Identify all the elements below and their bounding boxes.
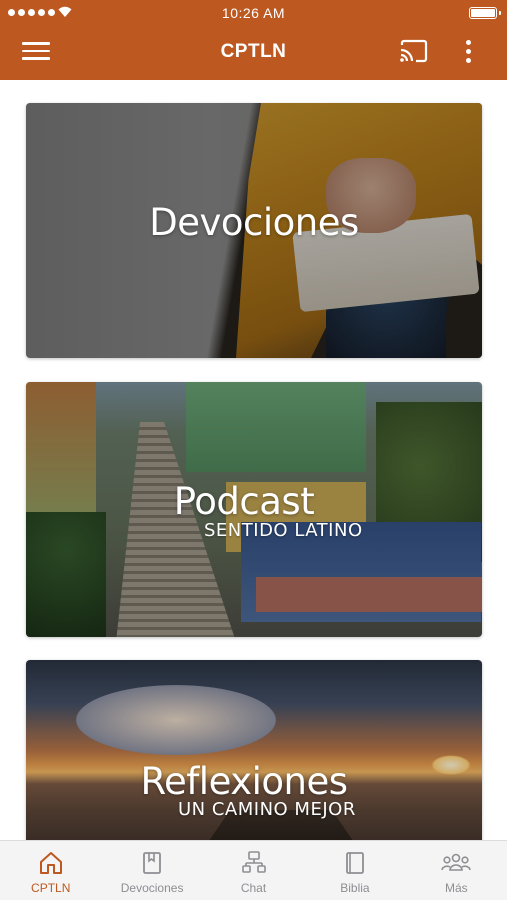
status-time: 10:26 AM <box>221 5 286 21</box>
bottom-tab-bar: CPTLN Devociones Chat Biblia Más <box>0 840 507 900</box>
content-list: Devociones Podcast SENTIDO LATINO Reflex… <box>0 80 507 840</box>
reflexiones-card[interactable]: Reflexiones UN CAMINO MEJOR <box>26 660 482 840</box>
card-title: Reflexiones <box>140 760 348 803</box>
app-bar: CPTLN <box>0 28 507 80</box>
tab-devociones[interactable]: Devociones <box>101 841 202 900</box>
chat-network-icon <box>241 851 266 873</box>
status-bar: 10:26 AM <box>0 0 507 28</box>
bible-icon <box>346 852 364 874</box>
tab-label: Chat <box>240 881 267 895</box>
tab-label: Devociones <box>120 881 184 895</box>
tab-label: Biblia <box>340 881 370 895</box>
devociones-card[interactable]: Devociones <box>26 103 482 358</box>
home-icon <box>39 852 62 874</box>
tab-label: CPTLN <box>31 881 71 895</box>
app-title: CPTLN <box>220 41 287 62</box>
top-bar: 10:26 AM CPTLN <box>0 0 507 80</box>
tab-chat[interactable]: Chat <box>203 841 304 900</box>
more-options-icon[interactable] <box>456 38 480 68</box>
book-bookmark-icon <box>143 852 162 874</box>
card-subtitle: SENTIDO LATINO <box>204 520 363 541</box>
tab-mas[interactable]: Más <box>406 841 507 900</box>
card-title: Podcast <box>173 480 315 523</box>
card-title: Devociones <box>149 201 359 244</box>
people-group-icon <box>441 853 472 871</box>
tab-cptln[interactable]: CPTLN <box>0 841 101 900</box>
battery-icon <box>469 7 501 19</box>
podcast-card[interactable]: Podcast SENTIDO LATINO <box>26 382 482 637</box>
card-subtitle: UN CAMINO MEJOR <box>178 799 356 820</box>
tab-biblia[interactable]: Biblia <box>304 841 405 900</box>
tab-label: Más <box>444 881 468 895</box>
cast-icon[interactable] <box>398 38 430 66</box>
